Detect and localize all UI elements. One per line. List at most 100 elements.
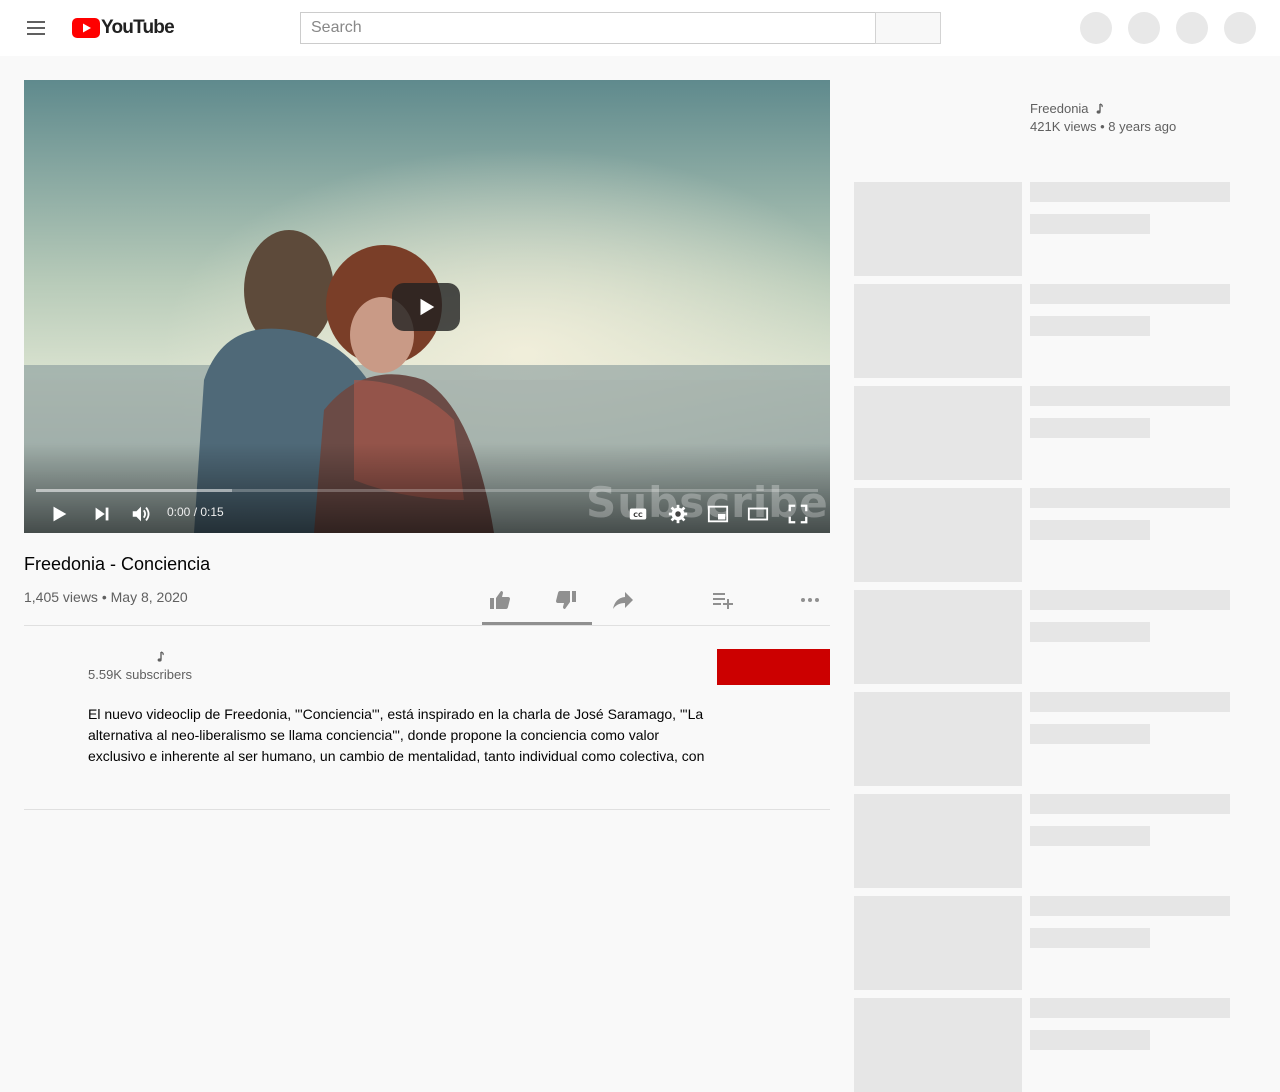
video-meta: 1,405 views • May 8, 2020	[24, 589, 188, 605]
search-button[interactable]	[875, 12, 941, 44]
captions-button[interactable]: CC	[624, 500, 652, 528]
recommendation-placeholder[interactable]	[854, 284, 1234, 378]
time-display: 0:00 / 0:15	[167, 505, 224, 519]
subscribe-button[interactable]	[717, 649, 830, 685]
featured-channel-name: Freedonia	[1030, 101, 1089, 116]
meta-separator: •	[101, 589, 107, 605]
thumbnail-placeholder	[854, 590, 1022, 684]
progress-loaded	[36, 489, 232, 492]
masthead: YouTube	[0, 0, 1280, 56]
fullscreen-icon	[788, 504, 808, 524]
mute-button[interactable]	[127, 500, 155, 528]
meta-placeholder	[1030, 418, 1150, 438]
view-count: 1,405 views	[24, 589, 98, 605]
theater-mode-button[interactable]	[744, 500, 772, 528]
menu-button[interactable]	[16, 8, 56, 48]
recommendation-placeholder[interactable]	[854, 386, 1234, 480]
share-button[interactable]	[609, 586, 637, 614]
next-icon	[95, 507, 109, 521]
title-placeholder	[1030, 284, 1230, 304]
meta-placeholder	[1030, 928, 1150, 948]
thumbnail-placeholder	[854, 794, 1022, 888]
next-button[interactable]	[88, 500, 116, 528]
search-input[interactable]	[301, 13, 875, 43]
recommendation-placeholder[interactable]	[854, 794, 1234, 888]
play-icon	[420, 298, 435, 316]
featured-meta: 421K views • 8 years ago	[1030, 119, 1176, 134]
meta-placeholder	[1030, 622, 1150, 642]
miniplayer-button[interactable]	[704, 500, 732, 528]
dislike-button[interactable]	[552, 586, 580, 614]
upload-date: May 8, 2020	[110, 589, 188, 605]
dislike-icon	[556, 591, 576, 609]
meta-placeholder	[1030, 316, 1150, 336]
volume-icon	[132, 506, 150, 522]
title-placeholder	[1030, 896, 1230, 916]
video-player[interactable]: Subscribe Now 0:00 / 0:15 CC	[24, 80, 830, 533]
large-play-button[interactable]	[392, 283, 460, 331]
captions-icon: CC	[629, 508, 647, 520]
recommendation-placeholder[interactable]	[854, 590, 1234, 684]
thumbnail-placeholder	[854, 284, 1022, 378]
miniplayer-icon	[707, 505, 729, 523]
title-placeholder	[1030, 182, 1230, 202]
thumbnail-placeholder	[854, 386, 1022, 480]
meta-placeholder	[1030, 1030, 1150, 1050]
recommendation-placeholder[interactable]	[854, 488, 1234, 582]
featured-channel[interactable]: Freedonia	[1030, 101, 1106, 116]
logo-text: YouTube	[101, 17, 175, 38]
fullscreen-button[interactable]	[784, 500, 812, 528]
featured-age: 8 years ago	[1108, 119, 1177, 134]
thumbnail-placeholder	[854, 998, 1022, 1092]
play-icon	[53, 506, 67, 522]
music-note-icon	[1096, 102, 1103, 114]
svg-text:CC: CC	[633, 511, 643, 519]
recommendation-placeholder[interactable]	[854, 692, 1234, 786]
settings-button[interactable]	[664, 500, 692, 528]
music-note-icon	[157, 651, 164, 662]
title-placeholder	[1030, 998, 1230, 1018]
recommendation-placeholder[interactable]	[854, 998, 1234, 1092]
create-button[interactable]	[1080, 12, 1112, 44]
share-icon	[613, 592, 633, 609]
recommendation-placeholder[interactable]	[854, 896, 1234, 990]
recommendation-placeholder[interactable]	[854, 182, 1234, 276]
title-placeholder	[1030, 692, 1230, 712]
video-description: El nuevo videoclip de Freedonia, "'Conci…	[88, 706, 705, 764]
title-placeholder	[1030, 590, 1230, 610]
save-button[interactable]	[708, 586, 736, 614]
apps-button[interactable]	[1128, 12, 1160, 44]
meta-placeholder	[1030, 214, 1150, 234]
meta-placeholder	[1030, 826, 1150, 846]
thumbnail-placeholder	[854, 488, 1022, 582]
more-actions-button[interactable]	[796, 586, 824, 614]
meta-placeholder	[1030, 520, 1150, 540]
thumbnail-placeholder	[854, 896, 1022, 990]
youtube-logo[interactable]: YouTube	[72, 17, 175, 39]
title-placeholder	[1030, 488, 1230, 508]
title-placeholder	[1030, 794, 1230, 814]
save-playlist-icon	[713, 593, 733, 609]
search-box	[300, 12, 876, 44]
top-divider	[24, 625, 830, 626]
featured-views: 421K views	[1030, 119, 1097, 134]
settings-icon	[668, 504, 688, 524]
like-button[interactable]	[486, 586, 514, 614]
menu-icon	[27, 21, 45, 35]
play-button[interactable]	[45, 500, 73, 528]
avatar[interactable]	[1224, 12, 1256, 44]
like-icon	[490, 591, 510, 609]
subscriber-count: 5.59K subscribers	[88, 667, 193, 682]
progress-bar[interactable]	[36, 489, 818, 492]
notifications-button[interactable]	[1176, 12, 1208, 44]
more-icon	[801, 598, 819, 602]
title-placeholder	[1030, 386, 1230, 406]
theater-icon	[747, 507, 769, 521]
bottom-divider	[24, 809, 830, 810]
meta-placeholder	[1030, 724, 1150, 744]
thumbnail-placeholder	[854, 692, 1022, 786]
video-title: Freedonia - Conciencia	[24, 554, 211, 574]
featured-separator: •	[1100, 119, 1105, 134]
youtube-logo-icon	[72, 18, 100, 38]
thumbnail-placeholder	[854, 182, 1022, 276]
